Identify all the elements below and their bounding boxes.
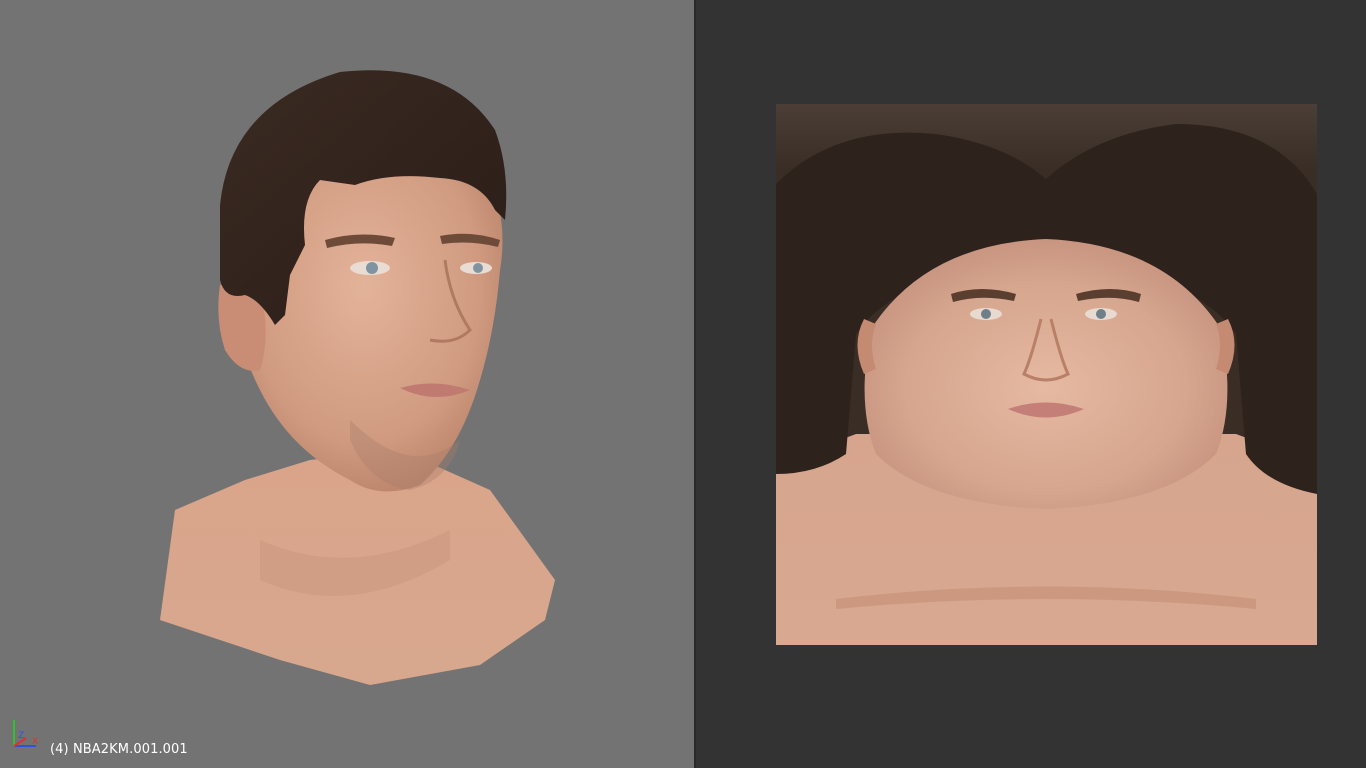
axis-gizmo-icon: Z X <box>13 720 38 747</box>
texture-face <box>864 239 1228 509</box>
3d-viewport[interactable]: Z X (4) NBA2KM.001.001 <box>0 0 694 768</box>
face-texture-image[interactable] <box>776 104 1317 645</box>
uv-image-editor[interactable] <box>696 0 1366 768</box>
object-name-label: (4) NBA2KM.001.001 <box>50 742 188 757</box>
head-3d-model[interactable] <box>150 60 570 700</box>
axis-x-label: X <box>32 737 38 747</box>
axis-z-label: Z <box>18 731 24 741</box>
iris-left <box>366 262 378 274</box>
texture-iris-left <box>981 309 991 319</box>
iris-right <box>473 263 483 273</box>
texture-iris-right <box>1096 309 1106 319</box>
